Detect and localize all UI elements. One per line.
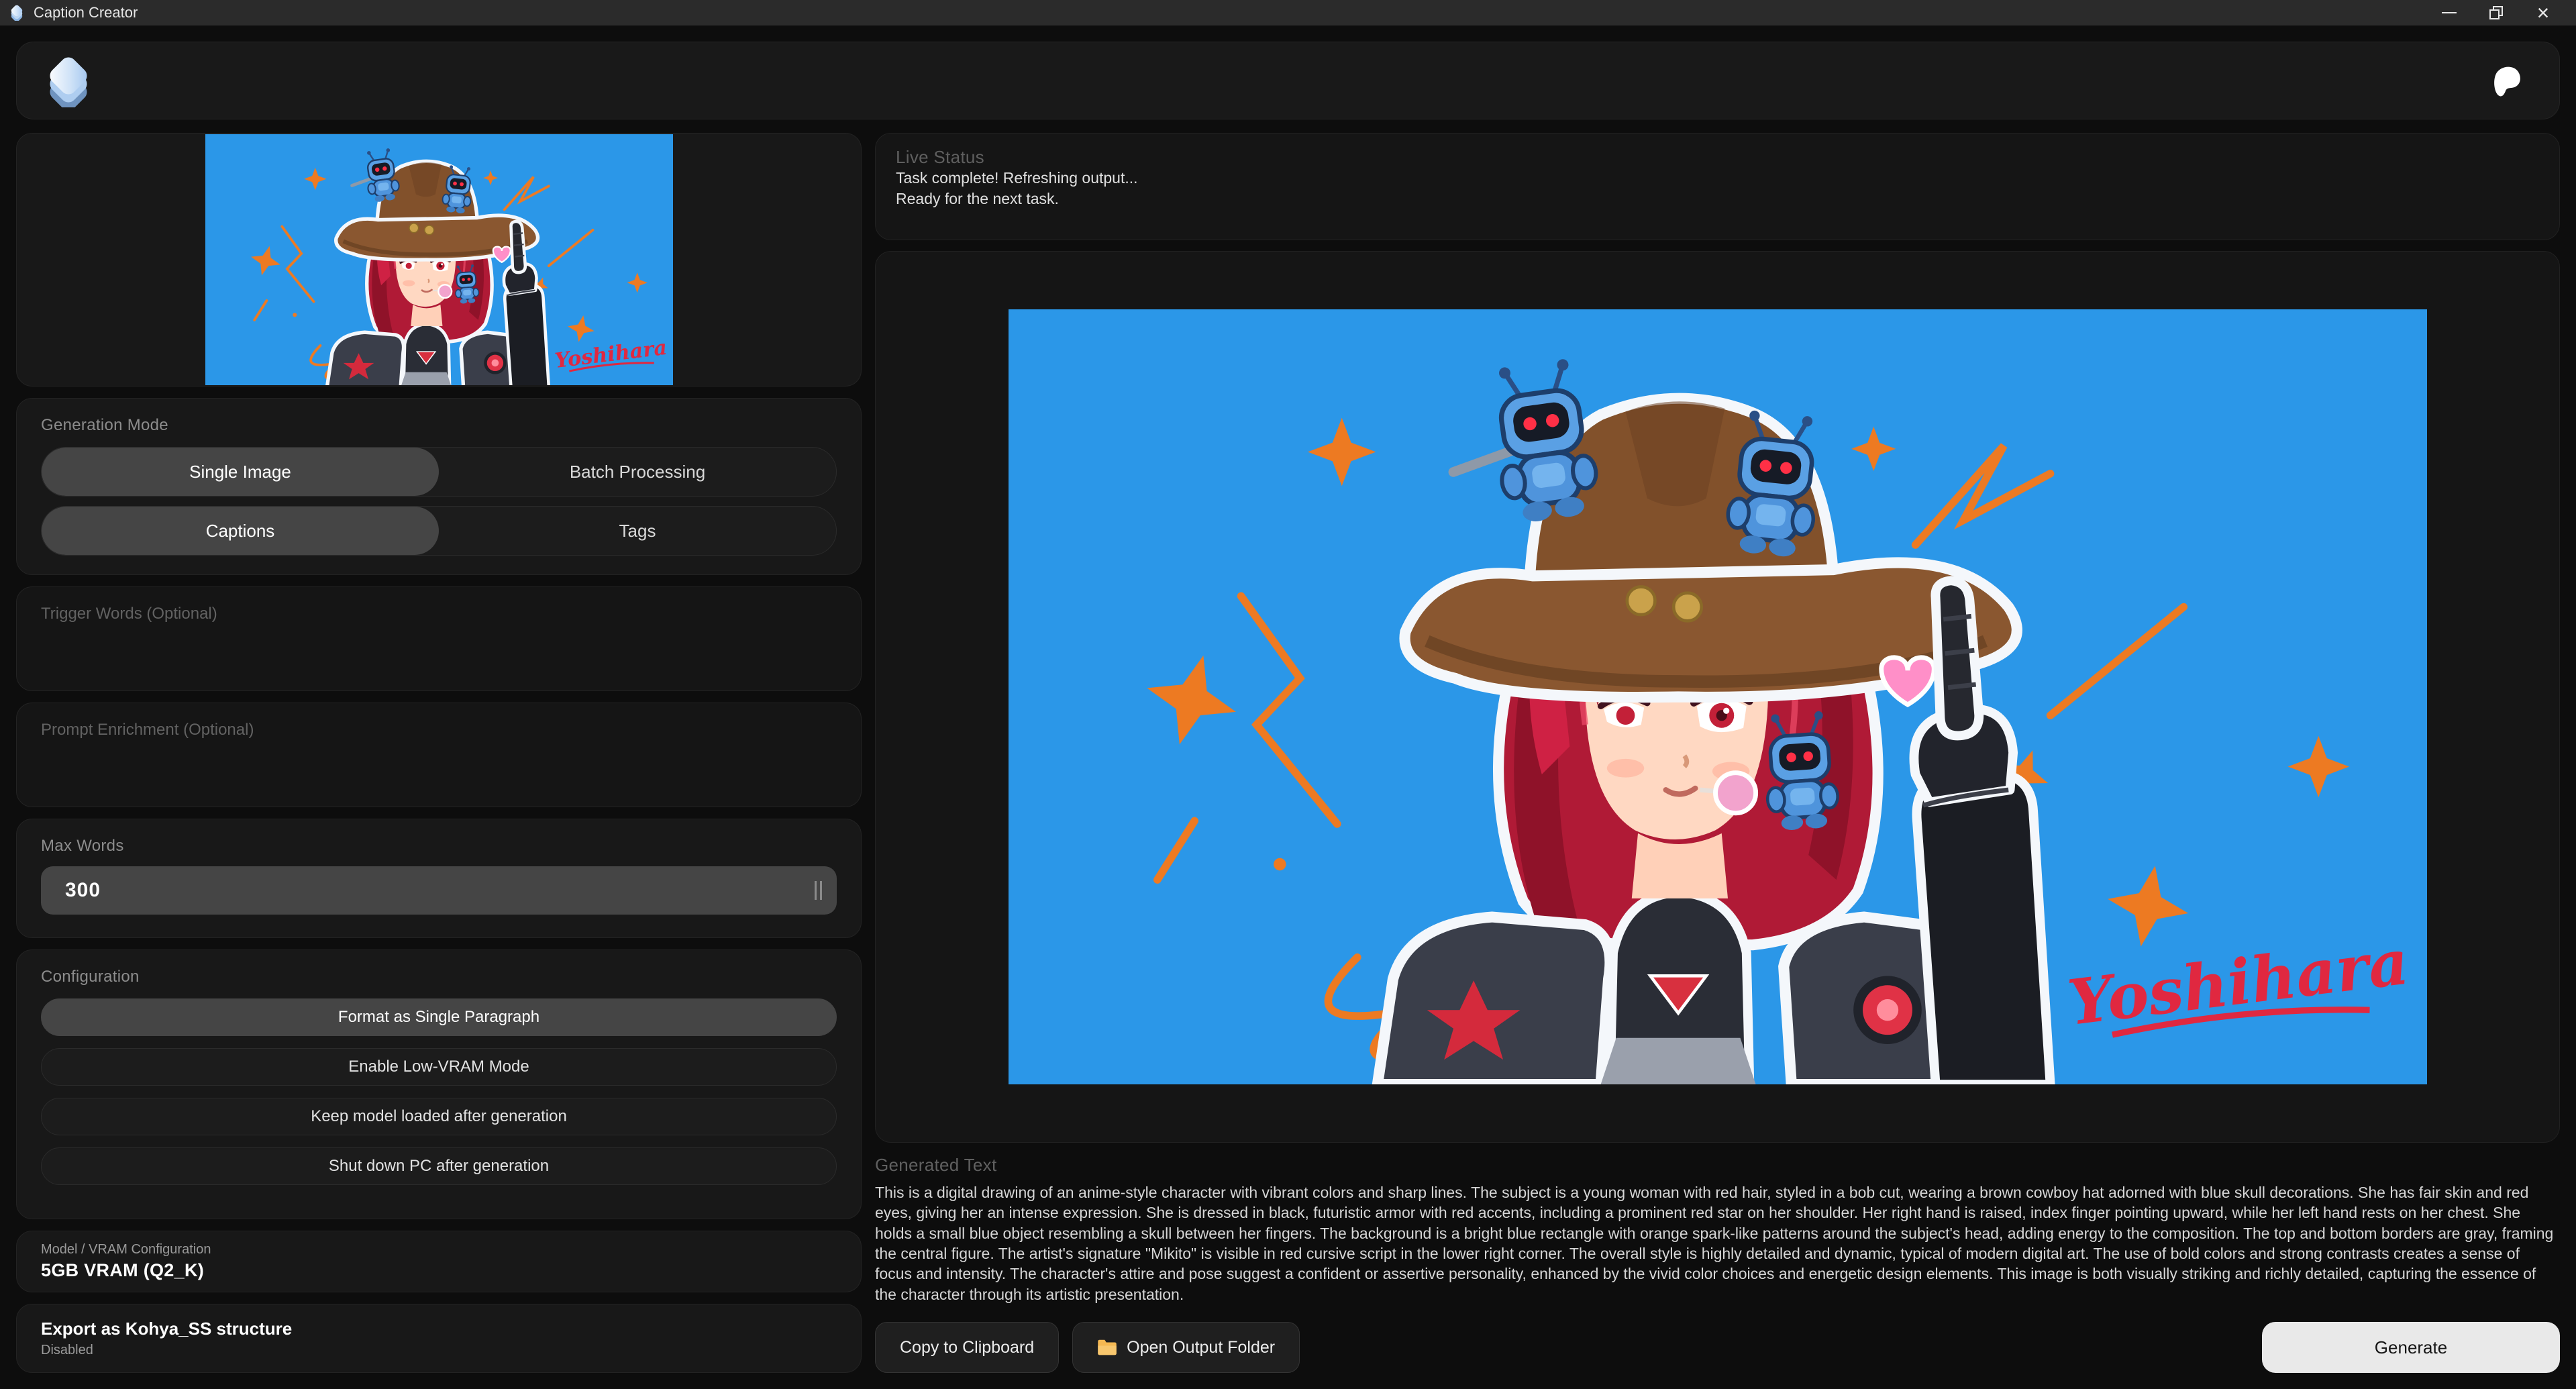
main-panel: Live Status Task complete! Refreshing ou… [875, 133, 2560, 1373]
trigger-words-card [16, 586, 862, 691]
mode-segment: Single Image Batch Processing [41, 447, 837, 497]
image-stage-card [875, 251, 2560, 1143]
configuration-card: Configuration Format as Single Paragraph… [16, 949, 862, 1219]
copy-to-clipboard-label: Copy to Clipboard [900, 1338, 1034, 1357]
image-preview-card [16, 133, 862, 387]
folder-icon [1097, 1339, 1117, 1356]
export-kohya-toggle[interactable]: Export as Kohya_SS structure Disabled [16, 1304, 862, 1373]
close-icon[interactable]: × [2520, 0, 2567, 25]
open-output-folder-label: Open Output Folder [1127, 1338, 1275, 1357]
drag-handle-icon[interactable] [815, 881, 822, 900]
trigger-words-input[interactable] [41, 605, 837, 662]
model-vram-label: Model / VRAM Configuration [41, 1242, 837, 1257]
config-format-single-paragraph[interactable]: Format as Single Paragraph [41, 998, 837, 1036]
generated-text-section: Generated Text This is a digital drawing… [875, 1155, 2560, 1304]
titlebar: Caption Creator × [0, 0, 2576, 25]
model-vram-selector[interactable]: Model / VRAM Configuration 5GB VRAM (Q2_… [16, 1231, 862, 1292]
output-tags-button[interactable]: Tags [439, 507, 836, 555]
patreon-icon[interactable] [2489, 63, 2524, 98]
generation-mode-label: Generation Mode [41, 416, 837, 435]
export-kohya-label: Export as Kohya_SS structure [41, 1319, 837, 1339]
output-image [1009, 309, 2427, 1084]
preview-thumbnail [205, 134, 673, 385]
minimize-icon[interactable] [2426, 0, 2473, 25]
live-status-line2: Ready for the next task. [896, 189, 2539, 209]
max-words-card: Max Words [16, 819, 862, 938]
configuration-label: Configuration [41, 968, 837, 986]
export-kohya-status: Disabled [41, 1343, 837, 1358]
model-vram-value: 5GB VRAM (Q2_K) [41, 1260, 837, 1281]
open-output-folder-button[interactable]: Open Output Folder [1072, 1322, 1300, 1373]
prompt-enrichment-card [16, 703, 862, 807]
config-keep-model-loaded[interactable]: Keep model loaded after generation [41, 1098, 837, 1135]
output-segment: Captions Tags [41, 506, 837, 556]
generate-button[interactable]: Generate [2262, 1322, 2560, 1373]
actions-row: Copy to Clipboard Open Output Folder Gen… [875, 1304, 2560, 1373]
generation-mode-card: Generation Mode Single Image Batch Proce… [16, 398, 862, 575]
mode-single-image-button[interactable]: Single Image [42, 448, 439, 496]
mode-batch-processing-button[interactable]: Batch Processing [439, 448, 836, 496]
live-status-line1: Task complete! Refreshing output... [896, 168, 2539, 189]
maximize-icon[interactable] [2473, 0, 2520, 25]
generated-text-label: Generated Text [875, 1155, 2560, 1176]
window-title: Caption Creator [34, 4, 138, 21]
live-status-label: Live Status [896, 147, 2539, 168]
app-header [16, 42, 2560, 119]
max-words-input[interactable] [41, 866, 837, 915]
max-words-label: Max Words [41, 837, 837, 856]
live-status-card: Live Status Task complete! Refreshing ou… [875, 133, 2560, 240]
sidebar: Generation Mode Single Image Batch Proce… [16, 133, 862, 1373]
generated-text-body: This is a digital drawing of an anime-st… [875, 1182, 2560, 1304]
config-enable-low-vram[interactable]: Enable Low-VRAM Mode [41, 1048, 837, 1086]
copy-to-clipboard-button[interactable]: Copy to Clipboard [875, 1322, 1059, 1373]
app-icon [9, 5, 25, 21]
layers-icon [42, 54, 96, 107]
output-captions-button[interactable]: Captions [42, 507, 439, 555]
prompt-enrichment-input[interactable] [41, 721, 837, 778]
config-shutdown-pc[interactable]: Shut down PC after generation [41, 1147, 837, 1185]
